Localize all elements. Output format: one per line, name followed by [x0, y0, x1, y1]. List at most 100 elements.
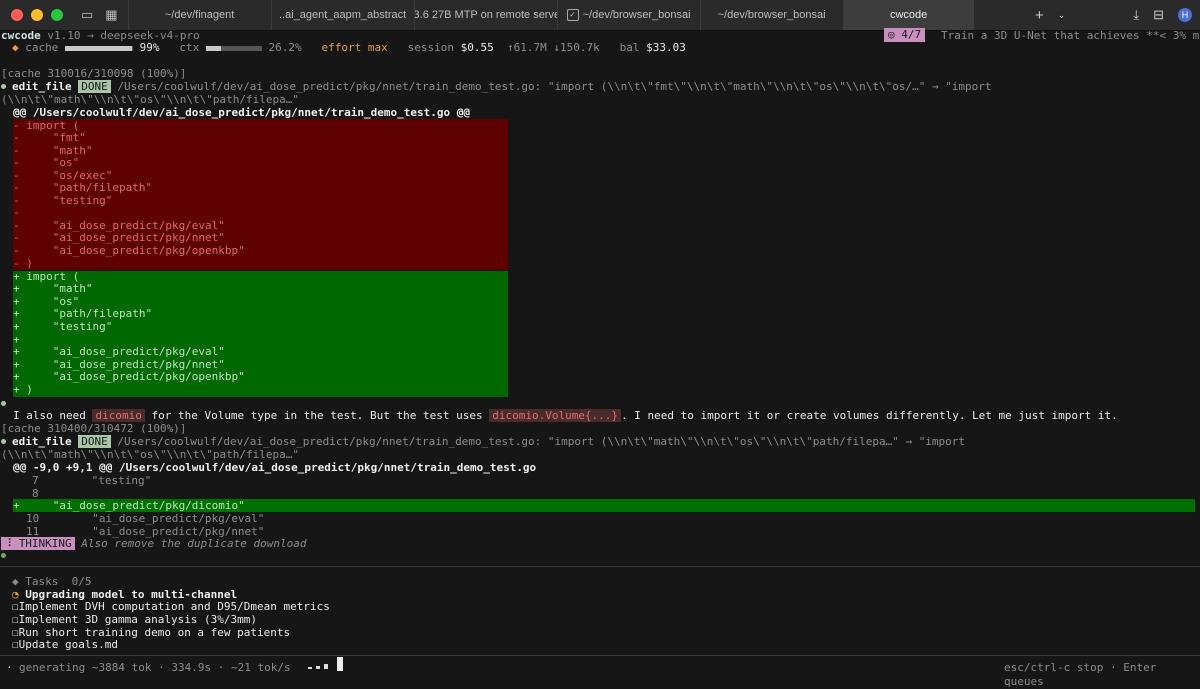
- session-label: session: [407, 41, 454, 54]
- diff-added-line: + "ai_dose_predict/pkg/dicomio": [13, 499, 245, 512]
- status-state: generating: [19, 661, 86, 674]
- status-tokens: ~3884 tok: [91, 661, 152, 674]
- task-label: Update goals.md: [18, 638, 118, 651]
- task-item: ☐Implement 3D gamma analysis (3%/3mm): [12, 613, 257, 626]
- diamond-icon: ◆: [12, 41, 19, 54]
- diff-removed-line: - "os": [13, 156, 80, 169]
- diff-added-line: + "testing": [13, 320, 113, 333]
- status-rate: ~21 tok/s: [230, 661, 291, 674]
- tool-args: /Users/coolwulf/dev/ai_dose_predict/pkg/…: [117, 80, 992, 93]
- task-label: Implement DVH computation and D95/Dmean …: [18, 600, 330, 613]
- status-dot: [1, 84, 6, 89]
- status-hint: esc/ctrl-c stop · Enter queues: [1004, 661, 1157, 688]
- tab-browser-bonsai-1[interactable]: ✓ ~/dev/browser_bonsai: [556, 0, 700, 30]
- diff-removed-line: - "ai_dose_predict/pkg/openkbp": [13, 244, 245, 257]
- tool-call-edit-file: edit_file DONE /Users/coolwulf/dev/ai_do…: [12, 435, 965, 448]
- diff-context-line: 10 "ai_dose_predict/pkg/eval": [26, 512, 264, 525]
- download-icon[interactable]: ⤓: [1133, 7, 1139, 23]
- cursor-block: [337, 657, 343, 671]
- tokens-down: ↓150.7k: [553, 41, 600, 54]
- tool-args-continued: (\\n\t\"math\"\\n\t\"os\"\\n\t\"path/fil…: [1, 93, 300, 106]
- context-text: "testing": [65, 474, 152, 487]
- spinner-icon: ·: [6, 661, 13, 674]
- line-number: 7: [32, 474, 39, 487]
- activity-bar: [324, 664, 328, 669]
- diff-removed-line: - "fmt": [13, 131, 86, 144]
- tab-browser-bonsai-2[interactable]: ~/dev/browser_bonsai: [699, 0, 843, 30]
- cache-bar: [65, 45, 133, 51]
- sidebar-toggle-icon[interactable]: ▭: [81, 7, 93, 23]
- tasks-header: ◆ Tasks 0/5: [12, 575, 91, 588]
- diff-added-line: + "ai_dose_predict/pkg/openkbp": [13, 370, 245, 383]
- tab-list: ~/dev/finagent ..ai_agent_aapm_abstract …: [127, 0, 1027, 30]
- tab-remote-server[interactable]: n3.6 27B MTP on remote server: [413, 0, 557, 30]
- diff-added-line: + "path/filepath": [13, 307, 153, 320]
- zoom-window-button[interactable]: [51, 9, 63, 21]
- diamond-icon: ◆: [12, 575, 19, 588]
- diff-added-line: + ): [13, 383, 33, 396]
- divider: [0, 566, 1200, 567]
- activity-bar: [316, 666, 320, 669]
- grid-icon[interactable]: ▦: [105, 7, 117, 23]
- divider: [0, 655, 1200, 656]
- tab-label: n3.6 27B MTP on remote server: [413, 9, 557, 21]
- ctx-label: ctx: [179, 41, 200, 54]
- goal-text: Train a 3D U-Net that achieves **< 3% m: [941, 29, 1200, 42]
- diff-added-line: + "ai_dose_predict/pkg/eval": [13, 345, 225, 358]
- diff-removed-line: - "ai_dose_predict/pkg/nnet": [13, 231, 225, 244]
- window-controls: [0, 9, 71, 21]
- tab-label: ~/dev/browser_bonsai: [582, 9, 691, 21]
- inbox-icon[interactable]: ⊟: [1153, 7, 1164, 23]
- cache-status: [cache 310400/310472 (100%)]: [1, 422, 187, 435]
- goal-count: 4/7: [901, 28, 922, 41]
- tool-name: edit_file: [12, 435, 72, 448]
- goal-badge: ◎ 4/7: [884, 28, 926, 42]
- message-text: for the Volume type in the test. But the…: [144, 409, 490, 422]
- tool-name: edit_file: [12, 80, 72, 93]
- tab-finagent[interactable]: ~/dev/finagent: [127, 0, 271, 30]
- tab-label: cwcode: [889, 9, 928, 21]
- diff-context-line: 7 "testing": [32, 474, 151, 487]
- close-window-button[interactable]: [11, 9, 23, 21]
- chevron-down-icon[interactable]: ⌄: [1058, 10, 1066, 21]
- tab-aapm-abstract[interactable]: ..ai_agent_aapm_abstract: [270, 0, 414, 30]
- activity-bar: [308, 667, 312, 669]
- status-line-text: generating ~3884 tok · 334.9s · ~21 tok/…: [19, 661, 291, 674]
- diff-hunk-header: @@ -9,0 +9,1 @@ /Users/coolwulf/dev/ai_d…: [13, 461, 537, 474]
- spinner-icon: ⠸: [4, 537, 13, 550]
- diff-added-line: + "math": [13, 282, 93, 295]
- session-value: $0.55: [460, 41, 494, 54]
- context-text: "ai_dose_predict/pkg/eval": [65, 512, 265, 525]
- checkbox-icon: ☐: [12, 600, 19, 613]
- effort-label: effort max: [321, 41, 388, 54]
- tab-cwcode[interactable]: cwcode: [842, 0, 974, 30]
- bal-value: $33.03: [646, 41, 686, 54]
- thinking-label: THINKING: [18, 537, 72, 550]
- checkbox-icon: ☐: [12, 638, 19, 651]
- ctx-pct: 26.2%: [268, 41, 302, 54]
- tokens-up: ↑61.7M: [506, 41, 547, 54]
- tab-label: ..ai_agent_aapm_abstract: [278, 9, 407, 21]
- avatar[interactable]: H: [1178, 8, 1192, 22]
- tab-label: ~/dev/finagent: [164, 9, 235, 21]
- done-badge: DONE: [78, 80, 111, 93]
- ctx-bar: [205, 45, 262, 51]
- thinking-line: ⠸ THINKING Also remove the duplicate dow…: [1, 537, 306, 550]
- minimize-window-button[interactable]: [31, 9, 43, 21]
- tool-call-edit-file: edit_file DONE /Users/coolwulf/dev/ai_do…: [12, 80, 992, 93]
- status-dot: [1, 401, 6, 406]
- task-label: Implement 3D gamma analysis (3%/3mm): [18, 613, 258, 626]
- terminal[interactable]: cwcode v1.10 → deepseek-v4-pro ◎ 4/7 Tra…: [0, 28, 1200, 675]
- diff-removed-line: - "path/filepath": [13, 181, 153, 194]
- new-tab-button[interactable]: +: [1035, 7, 1044, 24]
- task-item: ☐Implement DVH computation and D95/Dmean…: [12, 600, 330, 613]
- message-text: I also need: [13, 409, 93, 422]
- status-bar: · generating ~3884 tok · 334.9s · ~21 to…: [0, 657, 1200, 688]
- tasks-count: Tasks 0/5: [25, 575, 92, 588]
- check-icon: ✓: [566, 9, 579, 21]
- diff-removed-line: -: [13, 206, 20, 219]
- done-badge: DONE: [78, 435, 111, 448]
- tool-args-continued: (\\n\t\"math\"\\n\t\"os\"\\n\t\"path/fil…: [1, 448, 300, 461]
- inline-code: dicomio.Volume{...}: [489, 409, 622, 422]
- tab-bar: ▭ ▦ ~/dev/finagent ..ai_agent_aapm_abstr…: [0, 0, 1200, 31]
